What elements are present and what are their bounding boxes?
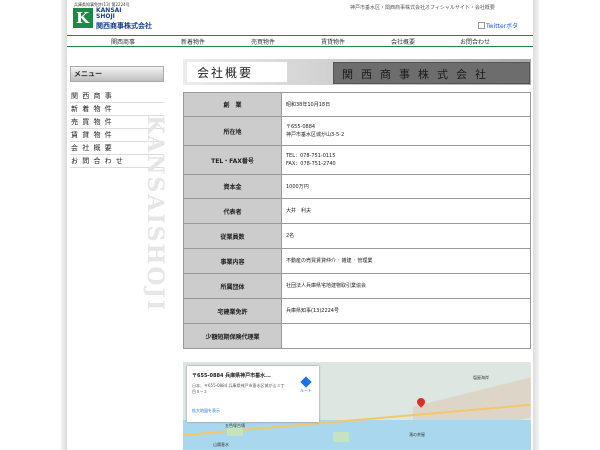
table-row: 従業員数 2名 bbox=[183, 223, 531, 249]
map-card-address: 日本、〒655-0884 兵庫県神戸市垂水区城が山３丁目５−２ bbox=[192, 383, 285, 394]
table-row: 代表者 大井 利夫 bbox=[183, 198, 531, 224]
map-label: 塩屋海岸 bbox=[473, 375, 489, 380]
row-key: TEL・FAX番号 bbox=[183, 145, 282, 175]
table-row: 事業内容 不動産の売買賃貸仲介 ･ 雑建 ･ 管理業 bbox=[183, 248, 531, 274]
site-tagline: 神戸市垂水区・関西商事株式会社オフィシャルサイト・会社概要 bbox=[350, 5, 495, 11]
table-row: 少額短期保険代理業 bbox=[183, 323, 531, 349]
table-row: 所属団体 社団法人兵庫県宅地建物取引業協会 bbox=[183, 273, 531, 299]
company-sign-image: 関西商事株式会社 bbox=[333, 62, 530, 84]
nav-rental-properties[interactable]: 賃貸物件 bbox=[321, 37, 345, 46]
row-value: 2名 bbox=[281, 223, 531, 249]
nav-contact[interactable]: お問合わせ bbox=[460, 37, 490, 46]
company-info-table: 創 業 昭和38年10月18日 所在地 〒655-0884 神戸市垂水区城が山3-… bbox=[183, 92, 531, 349]
vertical-brand-text: KANSAISHOJI bbox=[142, 115, 168, 313]
table-row: TEL・FAX番号 TEL：078-751-0115 FAX：078-751-27… bbox=[183, 145, 531, 175]
table-row: 資本金 1000万円 bbox=[183, 174, 531, 199]
table-row: 所在地 〒655-0884 神戸市垂水区城が山3-5-2 bbox=[183, 116, 531, 146]
logo-mark-icon: K bbox=[73, 8, 93, 28]
logo-english: KANSAI SHOJI bbox=[96, 7, 122, 20]
map-card-title: 〒655-0884 兵庫県神戸市垂水... bbox=[192, 373, 271, 379]
nav-home[interactable]: 関西商事 bbox=[111, 37, 135, 46]
page-shadow-right bbox=[533, 0, 539, 450]
row-key: 資本金 bbox=[183, 174, 282, 199]
row-value: 〒655-0884 神戸市垂水区城が山3-5-2 bbox=[281, 116, 531, 146]
row-key: 事業内容 bbox=[183, 248, 282, 274]
row-value: 昭和38年10月18日 bbox=[281, 92, 531, 117]
map-label: 滝の茶屋 bbox=[409, 432, 425, 437]
directions-icon bbox=[300, 376, 312, 388]
company-logo[interactable]: K KANSAI SHOJI 関西商事株式会社 bbox=[73, 8, 173, 30]
map-label: 山陽垂水 bbox=[213, 442, 229, 447]
map-enlarge-link[interactable]: 拡大地図を表示 bbox=[192, 408, 220, 414]
row-value: 兵庫県知事(13)2224号 bbox=[281, 298, 531, 324]
sidebar-heading: メニュー bbox=[70, 66, 164, 82]
row-key: 宅建業免許 bbox=[183, 298, 282, 324]
row-key: 従業員数 bbox=[183, 223, 282, 249]
row-value bbox=[281, 323, 531, 349]
embedded-map[interactable]: 〒655-0884 兵庫県神戸市垂水... 日本、〒655-0884 兵庫県神戸… bbox=[183, 362, 531, 450]
nav-new-properties[interactable]: 新着物件 bbox=[181, 37, 205, 46]
row-value: TEL：078-751-0115 FAX：078-751-2740 bbox=[281, 145, 531, 175]
map-label: 五色塚古墳 bbox=[225, 423, 245, 428]
logo-japanese: 関西商事株式会社 bbox=[96, 22, 152, 30]
global-nav: 関西商事 新着物件 売買物件 賃貸物件 会社概要 お問合わせ bbox=[67, 35, 533, 47]
row-value: 大井 利夫 bbox=[281, 198, 531, 224]
row-key: 所在地 bbox=[183, 116, 282, 146]
nav-sales-properties[interactable]: 売買物件 bbox=[251, 37, 275, 46]
map-info-card: 〒655-0884 兵庫県神戸市垂水... 日本、〒655-0884 兵庫県神戸… bbox=[187, 366, 319, 422]
table-row: 創 業 昭和38年10月18日 bbox=[183, 92, 531, 117]
row-value: 1000万円 bbox=[281, 174, 531, 199]
table-row: 宅建業免許 兵庫県知事(13)2224号 bbox=[183, 298, 531, 324]
row-key: 所属団体 bbox=[183, 273, 282, 299]
row-value: 不動産の売買賃貸仲介 ･ 雑建 ･ 管理業 bbox=[281, 248, 531, 274]
row-key: 代表者 bbox=[183, 198, 282, 224]
sidebar-item-home[interactable]: 関 西 商 事 bbox=[70, 90, 164, 103]
map-directions-button[interactable]: ルート bbox=[295, 376, 317, 394]
nav-company-profile[interactable]: 会社概要 bbox=[391, 37, 415, 46]
page-title-banner: 会社概要 関西商事株式会社 bbox=[183, 59, 531, 85]
row-key: 少額短期保険代理業 bbox=[183, 323, 282, 349]
broken-image-icon bbox=[478, 22, 485, 29]
row-value: 社団法人兵庫県宅地建物取引業協会 bbox=[281, 273, 531, 299]
twitter-button[interactable]: Twitterボタ bbox=[478, 21, 518, 30]
row-key: 創 業 bbox=[183, 92, 282, 117]
page-title: 会社概要 bbox=[197, 66, 254, 80]
